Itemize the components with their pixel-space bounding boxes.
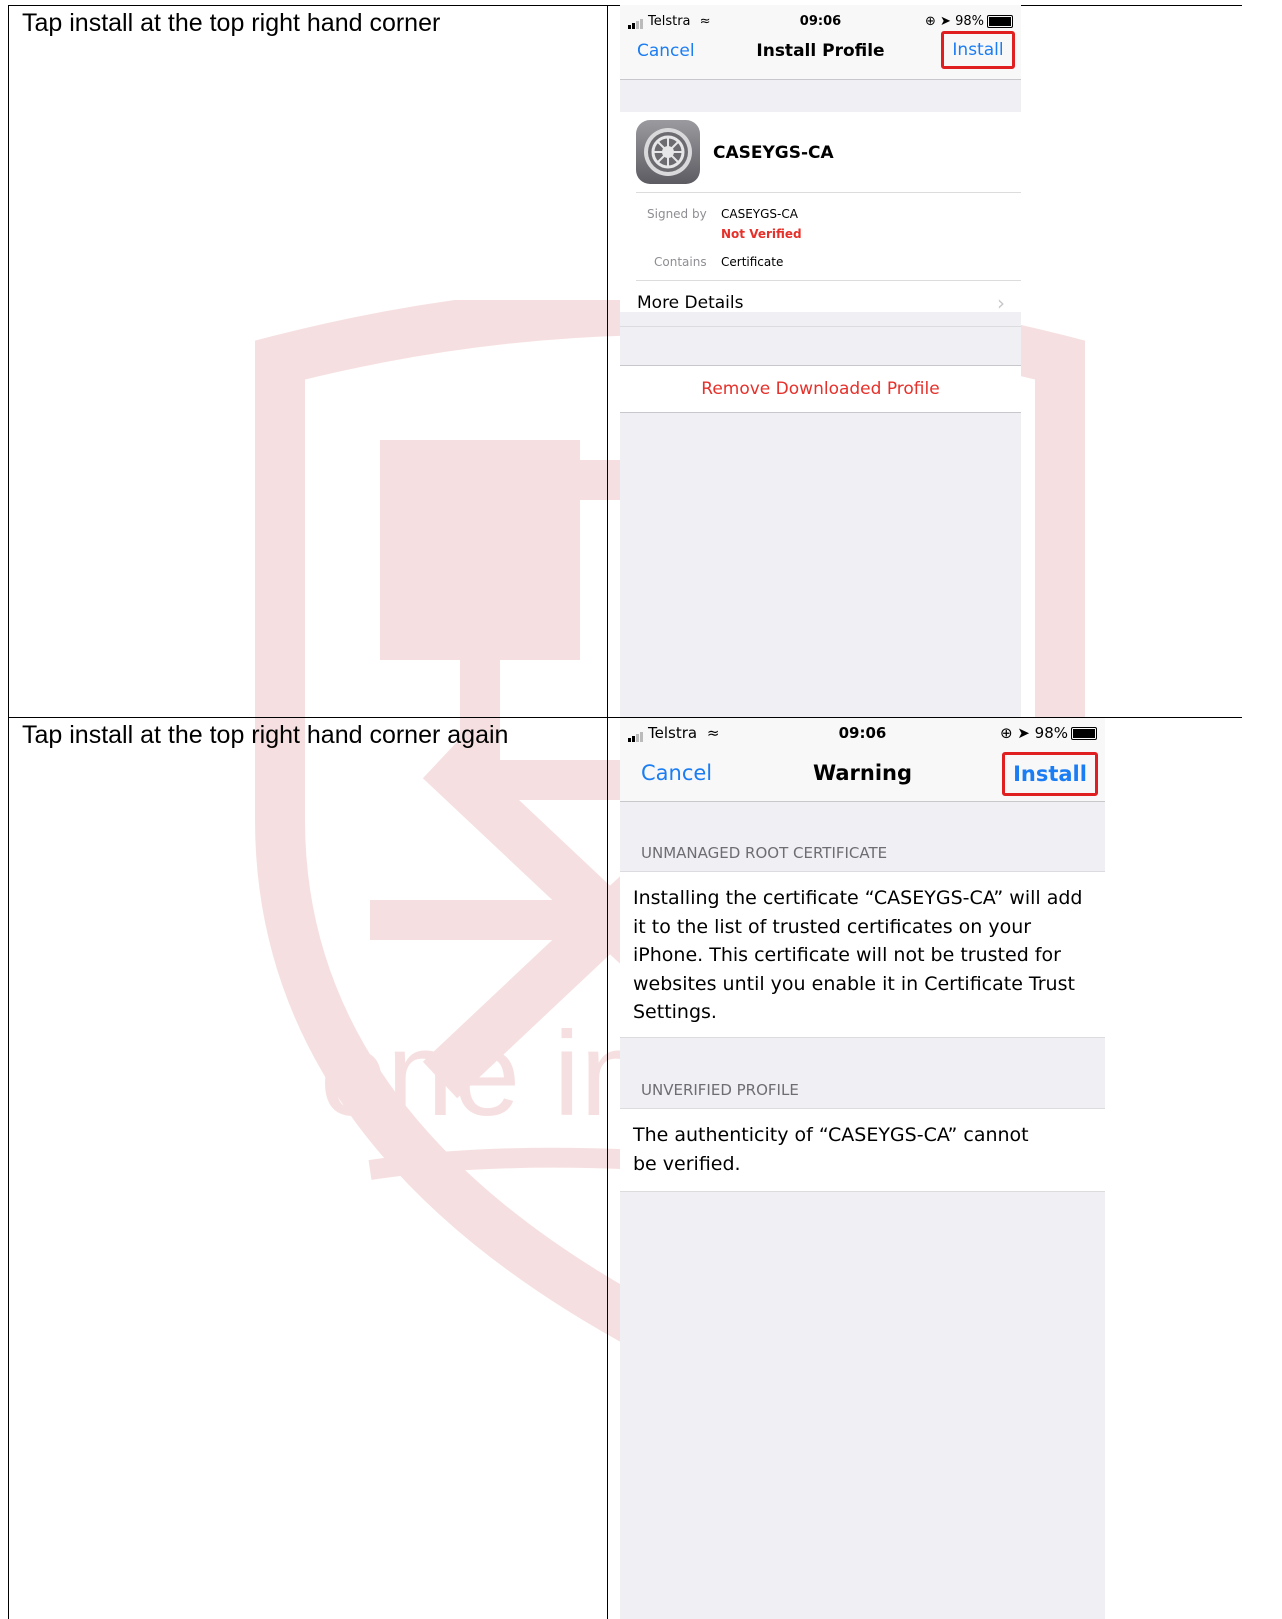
location-icon: ➤: [940, 14, 951, 29]
location-icon: ➤: [1017, 724, 1030, 742]
table-border-left: [8, 5, 9, 1619]
section-header-unverified-profile: UNVERIFIED PROFILE: [641, 1081, 799, 1099]
profile-name: CASEYGS-CA: [713, 143, 834, 163]
install-button[interactable]: Install: [941, 31, 1015, 69]
status-bar: Telstra ≈ 09:06 ⊕ ➤ 98%: [620, 718, 1105, 748]
install-button[interactable]: Install: [1002, 752, 1098, 796]
more-details-row[interactable]: More Details ›: [620, 281, 1021, 325]
nav-bar: Cancel Warning Install: [620, 748, 1105, 802]
screenshot-warning: Telstra ≈ 09:06 ⊕ ➤ 98% Cancel Warning I…: [620, 718, 1105, 1619]
battery-icon: [1071, 727, 1097, 740]
certificate-warning-text: Installing the certificate “CASEYGS-CA” …: [633, 887, 1083, 1023]
verification-status: Not Verified: [721, 227, 802, 241]
battery-icon: [987, 15, 1013, 28]
signed-by-label: Signed by: [647, 207, 707, 221]
watermark-text: one in: [320, 1007, 647, 1141]
battery-percent: 98%: [1034, 724, 1068, 742]
remove-profile-row[interactable]: Remove Downloaded Profile: [620, 365, 1021, 413]
instruction-step-2: Tap install at the top right hand corner…: [22, 721, 509, 749]
contains-value: Certificate: [721, 255, 784, 269]
nav-bar: Cancel Install Profile Install: [620, 31, 1021, 80]
chevron-right-icon: ›: [997, 291, 1005, 315]
table-column-divider: [607, 5, 608, 1619]
remove-profile-button[interactable]: Remove Downloaded Profile: [620, 379, 1021, 399]
orientation-lock-icon: ⊕: [925, 14, 936, 29]
section-header-unmanaged-root: UNMANAGED ROOT CERTIFICATE: [641, 844, 888, 862]
battery-percent: 98%: [955, 14, 984, 29]
signed-by-value: CASEYGS-CA: [721, 207, 798, 221]
more-details-label: More Details: [637, 293, 744, 313]
settings-gear-icon: [636, 120, 700, 184]
unverified-profile-text: The authenticity of “CASEYGS-CA” cannot …: [633, 1124, 1029, 1175]
certificate-warning-text-block: Installing the certificate “CASEYGS-CA” …: [620, 871, 1105, 1038]
orientation-lock-icon: ⊕: [999, 724, 1013, 742]
screenshot-install-profile: Telstra ≈ 09:06 ⊕ ➤ 98% Cancel Install P…: [620, 5, 1021, 717]
contains-label: Contains: [654, 255, 707, 269]
instruction-step-1: Tap install at the top right hand corner: [22, 9, 441, 37]
unverified-profile-text-block: The authenticity of “CASEYGS-CA” cannot …: [620, 1108, 1105, 1192]
